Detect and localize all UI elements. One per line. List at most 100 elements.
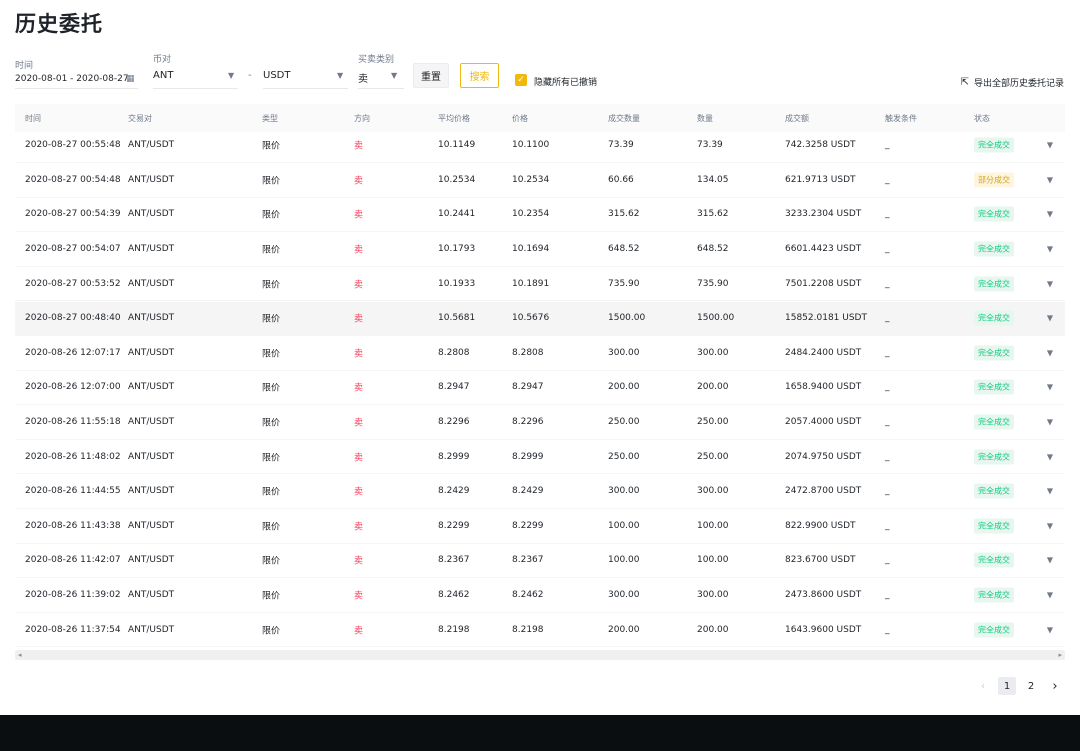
external-link-icon: ⇱ bbox=[960, 77, 969, 88]
cell-time: 2020-08-26 11:43:38 bbox=[25, 520, 121, 531]
export-link[interactable]: ⇱ 导出全部历史委托记录 bbox=[961, 76, 1064, 89]
table-row[interactable]: 2020-08-27 00:55:48 ANT/USDT 限价 卖 10.1149 10.… bbox=[15, 129, 1065, 164]
cell-type: 限价 bbox=[262, 176, 281, 187]
table-row[interactable]: 2020-08-27 00:53:52 ANT/USDT 限价 卖 10.1933 10.… bbox=[15, 267, 1065, 302]
cell-side: 卖 bbox=[354, 314, 364, 325]
cell-pair: ANT/USDT bbox=[128, 624, 175, 635]
cell-pair: ANT/USDT bbox=[128, 313, 175, 324]
table-row[interactable]: 2020-08-27 00:54:07 ANT/USDT 限价 卖 10.1793 10.… bbox=[15, 232, 1065, 267]
cell-price: 8.2999 bbox=[512, 451, 544, 462]
cell-time: 2020-08-27 00:54:39 bbox=[25, 209, 121, 220]
table-row[interactable]: 2020-08-26 11:42:07 ANT/USDT 限价 卖 8.2367 8.23… bbox=[15, 544, 1065, 579]
hide-cancelled-label[interactable]: 隐藏所有已撤销 bbox=[534, 75, 597, 88]
cell-side: 卖 bbox=[354, 626, 364, 637]
cell-total: 2484.2400 USDT bbox=[785, 347, 862, 358]
chevron-left-icon[interactable]: ‹ bbox=[974, 677, 992, 695]
expand-row-icon[interactable]: ▼ bbox=[1047, 625, 1053, 634]
cell-time: 2020-08-26 12:07:00 bbox=[25, 382, 121, 393]
caret-down-icon[interactable]: ▼ bbox=[228, 71, 234, 80]
cell-type: 限价 bbox=[262, 383, 281, 394]
cell-avg-price: 10.1149 bbox=[438, 140, 476, 151]
scroll-right-icon[interactable]: ▸ bbox=[1058, 651, 1062, 659]
expand-row-icon[interactable]: ▼ bbox=[1047, 141, 1053, 150]
cell-type: 限价 bbox=[262, 487, 281, 498]
table-row[interactable]: 2020-08-26 11:48:02 ANT/USDT 限价 卖 8.2999 8.29… bbox=[15, 440, 1065, 475]
scroll-left-icon[interactable]: ◂ bbox=[18, 651, 22, 659]
expand-row-icon[interactable]: ▼ bbox=[1047, 314, 1053, 323]
cell-filled: 100.00 bbox=[608, 555, 640, 566]
cell-total: 822.9900 USDT bbox=[785, 520, 856, 531]
time-range-input[interactable]: 2020-08-01 - 2020-08-27 bbox=[15, 74, 129, 84]
table-row[interactable]: 2020-08-27 00:48:40 ANT/USDT 限价 卖 10.5681 10.… bbox=[15, 301, 1065, 337]
cell-total: 621.9713 USDT bbox=[785, 174, 856, 185]
table-row[interactable]: 2020-08-26 11:37:54 ANT/USDT 限价 卖 8.2198 8.21… bbox=[15, 613, 1065, 648]
column-header-trigger: 触发条件 bbox=[885, 114, 917, 123]
expand-row-icon[interactable]: ▼ bbox=[1047, 452, 1053, 461]
expand-row-icon[interactable]: ▼ bbox=[1047, 175, 1053, 184]
hide-cancelled-checkbox[interactable]: ✓ bbox=[515, 74, 527, 86]
reset-button[interactable]: 重置 bbox=[413, 63, 449, 88]
status-badge: 完全成交 bbox=[974, 345, 1014, 361]
cell-price: 8.2429 bbox=[512, 486, 544, 497]
cell-avg-price: 8.2198 bbox=[438, 624, 470, 635]
cell-side: 卖 bbox=[354, 383, 364, 394]
cell-amount: 200.00 bbox=[697, 382, 729, 393]
expand-row-icon[interactable]: ▼ bbox=[1047, 210, 1053, 219]
cell-filled: 315.62 bbox=[608, 209, 640, 220]
table-row[interactable]: 2020-08-26 12:07:17 ANT/USDT 限价 卖 8.2808 8.28… bbox=[15, 336, 1065, 371]
expand-row-icon[interactable]: ▼ bbox=[1047, 279, 1053, 288]
side-select[interactable]: 卖 bbox=[358, 70, 368, 85]
cell-price: 10.5676 bbox=[512, 313, 550, 324]
horizontal-scrollbar[interactable]: ◂ ▸ bbox=[15, 650, 1065, 660]
table-row[interactable]: 2020-08-27 00:54:48 ANT/USDT 限价 卖 10.2534 10.… bbox=[15, 163, 1065, 198]
cell-price: 10.2354 bbox=[512, 209, 550, 220]
expand-row-icon[interactable]: ▼ bbox=[1047, 348, 1053, 357]
table-row[interactable]: 2020-08-27 00:54:39 ANT/USDT 限价 卖 10.2441 10.… bbox=[15, 198, 1065, 233]
cell-trigger: _ bbox=[885, 313, 890, 324]
cell-pair: ANT/USDT bbox=[128, 590, 175, 601]
base-asset-select[interactable]: ANT bbox=[153, 70, 173, 81]
table-row[interactable]: 2020-08-26 11:39:02 ANT/USDT 限价 卖 8.2462 8.24… bbox=[15, 578, 1065, 613]
cell-type: 限价 bbox=[262, 591, 281, 602]
cell-total: 742.3258 USDT bbox=[785, 140, 856, 151]
cell-avg-price: 8.2299 bbox=[438, 520, 470, 531]
caret-down-icon[interactable]: ▼ bbox=[337, 71, 343, 80]
cell-price: 8.2296 bbox=[512, 417, 544, 428]
column-header-total: 成交额 bbox=[785, 114, 809, 123]
cell-filled: 300.00 bbox=[608, 347, 640, 358]
cell-avg-price: 8.2429 bbox=[438, 486, 470, 497]
expand-row-icon[interactable]: ▼ bbox=[1047, 245, 1053, 254]
cell-side: 卖 bbox=[354, 245, 364, 256]
page-button-1[interactable]: 1 bbox=[998, 677, 1016, 695]
cell-side: 卖 bbox=[354, 280, 364, 291]
table-row[interactable]: 2020-08-26 11:43:38 ANT/USDT 限价 卖 8.2299 8.22… bbox=[15, 509, 1065, 544]
cell-avg-price: 8.2999 bbox=[438, 451, 470, 462]
expand-row-icon[interactable]: ▼ bbox=[1047, 556, 1053, 565]
cell-filled: 100.00 bbox=[608, 520, 640, 531]
status-badge: 完全成交 bbox=[974, 414, 1014, 430]
cell-type: 限价 bbox=[262, 245, 281, 256]
cell-amount: 100.00 bbox=[697, 520, 729, 531]
quote-asset-select[interactable]: USDT bbox=[263, 70, 290, 81]
table-row[interactable]: 2020-08-26 11:44:55 ANT/USDT 限价 卖 8.2429 8.24… bbox=[15, 475, 1065, 510]
expand-row-icon[interactable]: ▼ bbox=[1047, 487, 1053, 496]
cell-total: 3233.2304 USDT bbox=[785, 209, 862, 220]
table-row[interactable]: 2020-08-26 11:55:18 ANT/USDT 限价 卖 8.2296 8.22… bbox=[15, 405, 1065, 440]
cell-total: 15852.0181 USDT bbox=[785, 313, 867, 324]
expand-row-icon[interactable]: ▼ bbox=[1047, 383, 1053, 392]
caret-down-icon[interactable]: ▼ bbox=[391, 71, 397, 80]
expand-row-icon[interactable]: ▼ bbox=[1047, 591, 1053, 600]
search-button[interactable]: 搜索 bbox=[460, 63, 499, 88]
column-header-filled: 成交数量 bbox=[608, 114, 640, 123]
cell-pair: ANT/USDT bbox=[128, 209, 175, 220]
cell-trigger: _ bbox=[885, 590, 890, 601]
cell-price: 10.2534 bbox=[512, 174, 550, 185]
page-button-2[interactable]: 2 bbox=[1022, 677, 1040, 695]
expand-row-icon[interactable]: ▼ bbox=[1047, 418, 1053, 427]
expand-row-icon[interactable]: ▼ bbox=[1047, 521, 1053, 530]
chevron-right-icon[interactable]: › bbox=[1046, 677, 1064, 695]
table-row[interactable]: 2020-08-26 12:07:00 ANT/USDT 限价 卖 8.2947 8.29… bbox=[15, 371, 1065, 406]
calendar-icon[interactable]: ▦ bbox=[126, 74, 135, 84]
cell-amount: 300.00 bbox=[697, 486, 729, 497]
pair-filter-label: 币对 bbox=[153, 55, 172, 65]
